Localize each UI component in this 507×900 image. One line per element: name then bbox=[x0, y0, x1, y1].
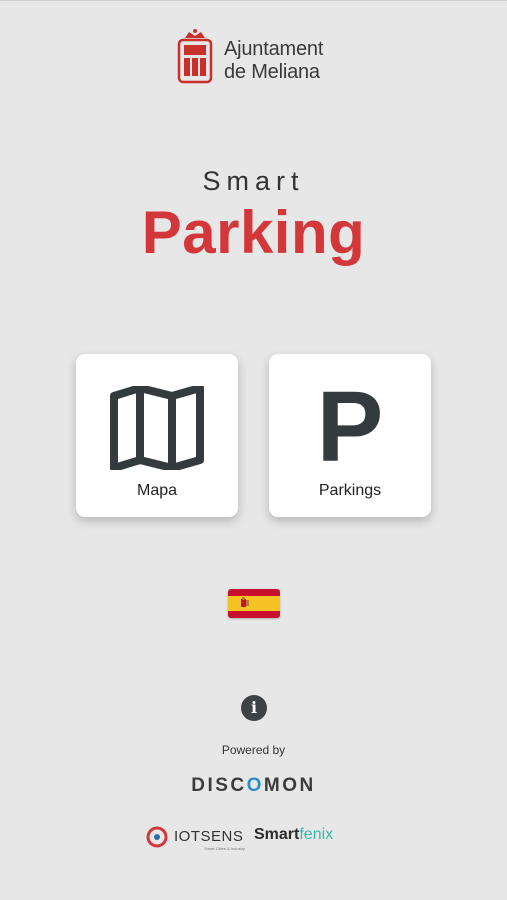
council-logo: Ajuntament de Meliana bbox=[176, 26, 346, 86]
parking-icon: P bbox=[269, 371, 431, 483]
info-icon[interactable]: i bbox=[241, 695, 267, 721]
discomon-logo: DISCOMON bbox=[0, 775, 507, 797]
discomon-o-mark: O bbox=[246, 775, 264, 796]
parkings-button[interactable]: P Parkings bbox=[269, 354, 431, 517]
iotsens-ring-icon bbox=[146, 826, 168, 848]
app-title-small: Smart bbox=[202, 166, 305, 196]
discomon-text-part2: MON bbox=[263, 775, 316, 796]
parking-glyph: P bbox=[316, 371, 384, 483]
map-button-label: Mapa bbox=[136, 482, 178, 499]
council-name-line1: Ajuntament bbox=[224, 38, 324, 60]
smartfenix-text-part1: Smart bbox=[254, 826, 300, 843]
smartfenix-text-part2: fenix bbox=[299, 826, 334, 843]
iotsens-name: IOTSENS bbox=[174, 828, 244, 845]
crest-icon bbox=[177, 29, 213, 84]
map-icon bbox=[76, 386, 238, 470]
iotsens-tagline: Smart Cities & Industry bbox=[204, 846, 245, 851]
parkings-button-label: Parkings bbox=[318, 482, 382, 499]
council-name: Ajuntament de Meliana bbox=[224, 38, 323, 84]
discomon-text-part1: DISC bbox=[191, 775, 247, 796]
partner-logos: IOTSENS Smart Cities & Industry Smartfen… bbox=[146, 820, 361, 854]
smartfenix-logo: Smartfenix bbox=[254, 826, 333, 844]
council-name-line2: de Meliana bbox=[224, 61, 320, 83]
top-divider bbox=[0, 0, 507, 1]
map-button[interactable]: Mapa bbox=[76, 354, 238, 517]
app-title-large: Parking bbox=[141, 199, 366, 266]
spain-flag-icon[interactable] bbox=[228, 589, 280, 618]
powered-by-label: Powered by bbox=[221, 743, 286, 757]
